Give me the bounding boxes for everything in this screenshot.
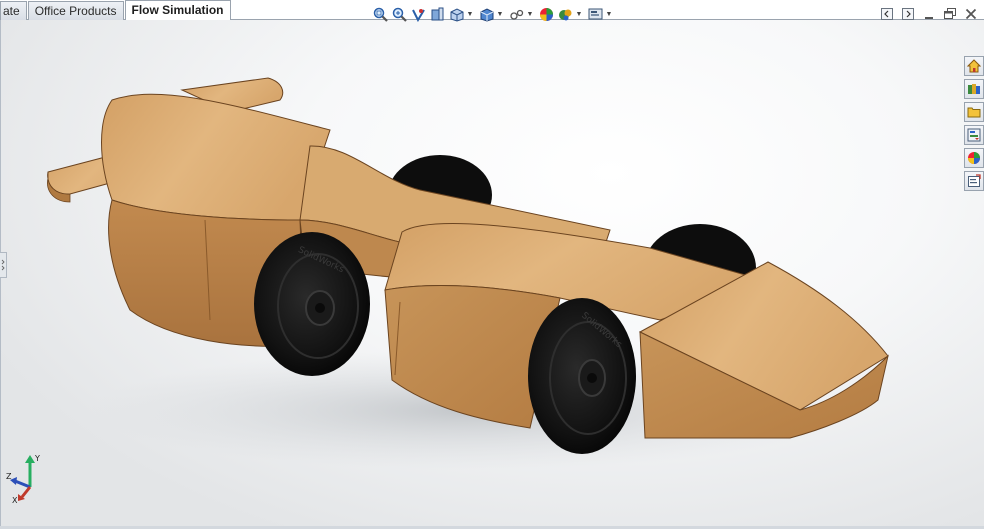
triad-y-label: Y <box>34 454 40 463</box>
tab-ate[interactable]: ate <box>0 1 27 20</box>
edit-appearance-icon[interactable] <box>538 6 555 23</box>
document-tab-strip: ate Office Products Flow Simulation <box>0 0 232 20</box>
display-style-icon[interactable] <box>478 6 495 23</box>
feature-manager-splitter-handle[interactable] <box>0 252 7 278</box>
heads-up-view-toolbar: ▼ ▼ ▼ ▼ ▼ <box>372 6 615 23</box>
triad-z-label: Z <box>6 472 12 481</box>
view-palette-icon[interactable] <box>964 125 984 145</box>
triad-x-label: X <box>12 496 18 505</box>
apply-scene-icon[interactable] <box>557 6 574 23</box>
task-pane-tabs <box>964 56 984 191</box>
section-view-icon[interactable] <box>429 6 446 23</box>
view-orientation-icon[interactable] <box>448 6 465 23</box>
rear-near-wheel: SolidWorks <box>254 232 370 376</box>
restore-icon[interactable] <box>942 7 957 21</box>
file-explorer-icon[interactable] <box>964 102 984 122</box>
tab-flow-simulation[interactable]: Flow Simulation <box>124 0 231 20</box>
reference-triad: Y Z X <box>6 454 40 505</box>
view-settings-icon[interactable] <box>587 6 604 23</box>
solidworks-graphics-area: ate Office Products Flow Simulation ▼ ▼ … <box>0 0 984 529</box>
window-controls <box>879 7 978 21</box>
tile-left-icon[interactable] <box>879 7 894 21</box>
close-icon[interactable] <box>963 7 978 21</box>
minimize-icon[interactable] <box>921 7 936 21</box>
tile-right-icon[interactable] <box>900 7 915 21</box>
appearances-scenes-icon[interactable] <box>964 148 984 168</box>
previous-view-icon[interactable] <box>410 6 427 23</box>
hide-show-items-icon[interactable] <box>508 6 525 23</box>
chevron-down-icon[interactable]: ▼ <box>497 6 504 23</box>
solidworks-resources-icon[interactable] <box>964 56 984 76</box>
tab-office-products[interactable]: Office Products <box>27 1 124 20</box>
chevron-down-icon[interactable]: ▼ <box>527 6 534 23</box>
zoom-to-area-icon[interactable] <box>391 6 408 23</box>
custom-properties-icon[interactable] <box>964 171 984 191</box>
pinewood-race-car-model[interactable]: SolidWorks SolidWorks <box>0 20 984 529</box>
zoom-to-fit-icon[interactable] <box>372 6 389 23</box>
design-library-icon[interactable] <box>964 79 984 99</box>
front-near-wheel: SolidWorks <box>528 298 636 454</box>
chevron-down-icon[interactable]: ▼ <box>467 6 474 23</box>
chevron-down-icon[interactable]: ▼ <box>606 6 613 23</box>
chevron-down-icon[interactable]: ▼ <box>576 6 583 23</box>
